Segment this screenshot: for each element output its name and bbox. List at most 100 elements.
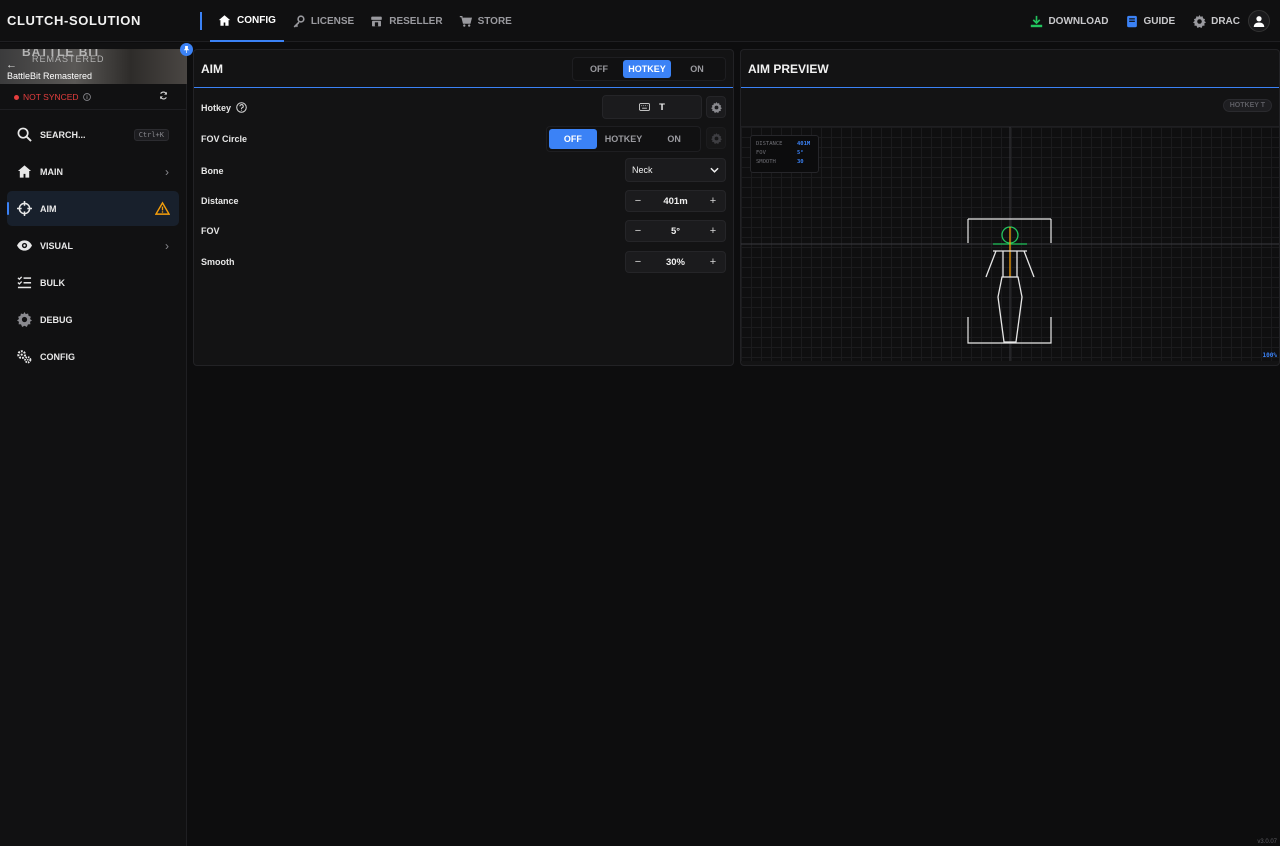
- divider: [0, 109, 187, 110]
- topnav-separator: [200, 12, 202, 30]
- gear-icon: [710, 101, 722, 113]
- gear-icon: [710, 132, 722, 144]
- fov-circle-on[interactable]: ON: [650, 129, 698, 149]
- bone-select[interactable]: Neck: [625, 158, 726, 182]
- aim-mode-on[interactable]: ON: [671, 60, 723, 78]
- fov-decrement-button[interactable]: −: [632, 225, 644, 237]
- help-icon[interactable]: [236, 102, 247, 113]
- smooth-label: Smooth: [201, 257, 235, 267]
- fov-circle-hotkey[interactable]: HOTKEY: [597, 129, 651, 149]
- pin-icon[interactable]: [180, 43, 193, 56]
- search-icon: [17, 127, 32, 142]
- user-icon: [1253, 16, 1265, 27]
- guide-button[interactable]: GUIDE: [1126, 15, 1175, 28]
- bone-label: Bone: [201, 166, 224, 176]
- user-settings-button[interactable]: DRAC: [1193, 14, 1240, 28]
- gear-icon: [1193, 14, 1207, 28]
- brand-logo: CLUTCH-SOLUTION: [7, 13, 141, 28]
- fov-circle-off[interactable]: OFF: [549, 129, 597, 149]
- hotkey-row-label: Hotkey: [201, 102, 247, 113]
- cart-icon: [459, 15, 472, 27]
- fov-stepper: − 5° +: [625, 220, 726, 242]
- preview-toolbar: HOTKEY T: [741, 89, 1279, 127]
- sidebar-item-label: BULK: [40, 277, 65, 288]
- smooth-value: 30%: [665, 256, 685, 268]
- keyboard-icon: [639, 103, 651, 111]
- hotkey-bind-button[interactable]: T: [602, 95, 702, 119]
- app-version: v3.0.07: [1257, 839, 1277, 845]
- username-label: DRAC: [1211, 15, 1240, 27]
- aim-preview-panel: AIM PREVIEW HOTKEY T DISTANCE 401M FOV 5° …: [740, 49, 1280, 366]
- tab-config-label: CONFIG: [237, 14, 276, 26]
- sidebar: BATTLE BIT REMASTERED ← BattleBit Remast…: [0, 43, 193, 846]
- info-icon[interactable]: [82, 93, 91, 101]
- tab-reseller[interactable]: RESELLER: [362, 0, 450, 42]
- status-dot: [14, 94, 19, 100]
- distance-label: Distance: [201, 196, 239, 206]
- refresh-icon[interactable]: [159, 91, 168, 103]
- distance-value: 401m: [663, 195, 688, 207]
- gear-icon: [17, 312, 32, 327]
- sync-status: NOT SYNCED: [14, 92, 174, 102]
- tab-license-label: LICENSE: [310, 15, 355, 27]
- aim-mode-hotkey[interactable]: HOTKEY: [623, 60, 671, 78]
- home-icon: [218, 14, 231, 26]
- hotkey-badge: HOTKEY T: [1222, 99, 1272, 112]
- download-button[interactable]: DOWNLOAD: [1030, 15, 1108, 28]
- back-arrow-icon[interactable]: ←: [6, 59, 17, 71]
- aim-mode-toggle: OFF HOTKEY ON: [572, 57, 726, 81]
- download-label: DOWNLOAD: [1048, 15, 1109, 27]
- sidebar-item-config[interactable]: CONFIG: [7, 339, 179, 374]
- tab-config[interactable]: CONFIG: [210, 0, 284, 42]
- book-icon: [1127, 15, 1138, 27]
- gears-icon: [17, 350, 32, 364]
- sidebar-item-main[interactable]: MAIN ›: [7, 154, 179, 189]
- tab-store[interactable]: STORE: [451, 0, 520, 42]
- search-shortcut: Ctrl+K: [133, 128, 169, 141]
- tab-store-label: STORE: [477, 15, 512, 27]
- sidebar-item-debug[interactable]: DEBUG: [7, 302, 179, 337]
- smooth-increment-button[interactable]: +: [707, 256, 719, 268]
- chevron-right-icon: ›: [165, 238, 169, 253]
- fov-increment-button[interactable]: +: [707, 225, 719, 237]
- tab-license[interactable]: LICENSE: [284, 0, 362, 42]
- chevron-down-icon: [710, 167, 719, 173]
- sidebar-search[interactable]: SEARCH... Ctrl+K: [7, 117, 179, 152]
- tab-reseller-label: RESELLER: [389, 15, 443, 27]
- top-bar: CLUTCH-SOLUTION CONFIG LICENSE RESELLER …: [0, 0, 1280, 42]
- hotkey-settings-button[interactable]: [706, 96, 726, 118]
- sidebar-item-aim[interactable]: AIM: [7, 191, 179, 226]
- fov-label: FOV: [201, 226, 220, 236]
- store-icon: [371, 16, 383, 26]
- target-skeleton: [741, 127, 1279, 361]
- fov-circle-settings-button[interactable]: [706, 127, 726, 149]
- aim-panel-header: AIM OFF HOTKEY ON: [194, 50, 733, 88]
- panel-title: AIM PREVIEW: [748, 61, 829, 76]
- guide-label: GUIDE: [1143, 15, 1176, 27]
- home-icon: [17, 165, 32, 178]
- distance-increment-button[interactable]: +: [707, 195, 719, 207]
- top-right-actions: DOWNLOAD GUIDE DRAC: [1030, 0, 1270, 42]
- fov-circle-toggle: OFF HOTKEY ON: [546, 126, 701, 152]
- sidebar-item-bulk[interactable]: BULK: [7, 265, 179, 300]
- smooth-decrement-button[interactable]: −: [632, 256, 644, 268]
- search-label: SEARCH...: [40, 129, 86, 140]
- sidebar-item-label: DEBUG: [40, 314, 73, 325]
- chevron-right-icon: ›: [165, 164, 169, 179]
- eye-icon: [17, 240, 32, 251]
- distance-stepper: − 401m +: [625, 190, 726, 212]
- sidebar-item-label: AIM: [40, 203, 57, 214]
- panel-title: AIM: [201, 61, 223, 76]
- game-banner[interactable]: BATTLE BIT REMASTERED ← BattleBit Remast…: [0, 49, 187, 84]
- preview-canvas[interactable]: DISTANCE 401M FOV 5° SMOOTH 30 100%: [741, 127, 1279, 361]
- aim-mode-off[interactable]: OFF: [575, 60, 623, 78]
- distance-decrement-button[interactable]: −: [632, 195, 644, 207]
- smooth-stepper: − 30% +: [625, 251, 726, 273]
- hotkey-value: T: [659, 101, 665, 113]
- aim-preview-header: AIM PREVIEW: [741, 50, 1279, 88]
- top-navigation: CONFIG LICENSE RESELLER STORE: [210, 0, 520, 42]
- sidebar-item-visual[interactable]: VISUAL ›: [7, 228, 179, 263]
- zoom-level: 100%: [1262, 352, 1277, 359]
- game-title: BattleBit Remastered: [7, 71, 93, 81]
- avatar[interactable]: [1248, 10, 1270, 32]
